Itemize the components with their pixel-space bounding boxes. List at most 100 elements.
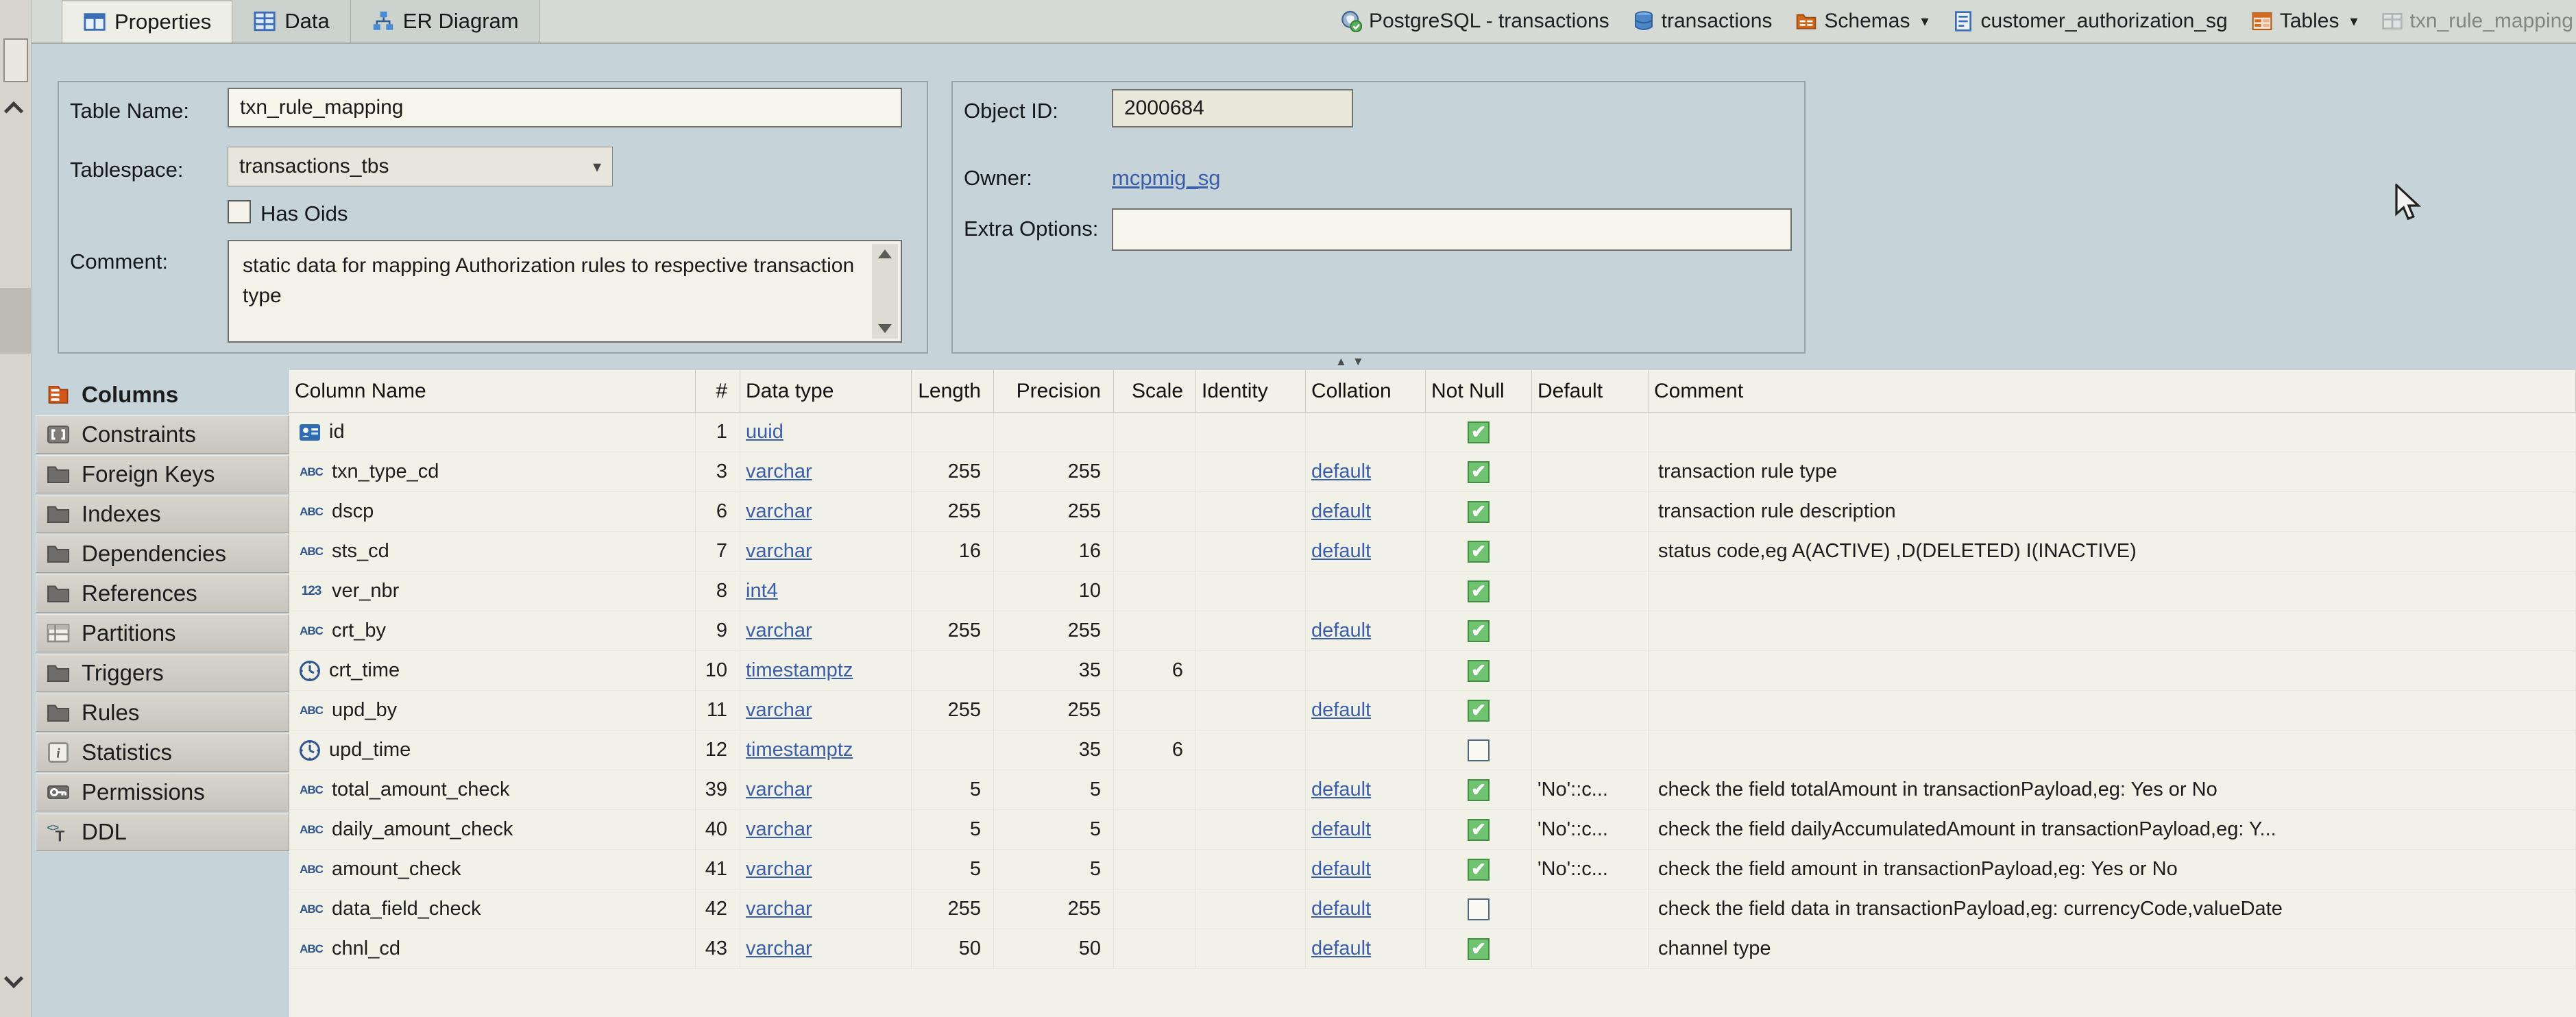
data-type-link[interactable]: varchar: [746, 938, 812, 960]
not-null-checkbox[interactable]: ✔: [1468, 859, 1490, 881]
breadcrumb-item-transactions[interactable]: transactions: [1633, 10, 1773, 33]
breadcrumb-item-postgresql-transactions[interactable]: PostgreSQL - transactions: [1340, 10, 1609, 33]
extra-options-input[interactable]: [1112, 208, 1792, 251]
data-type-link[interactable]: varchar: [746, 500, 812, 523]
collation-link[interactable]: default: [1311, 818, 1371, 841]
tab-properties[interactable]: Properties: [62, 0, 232, 42]
chevron-down-icon[interactable]: ▾: [2350, 12, 2357, 30]
column-row-crt-time[interactable]: crt_time10timestamptz356✔: [289, 651, 2576, 691]
restore-panel-button[interactable]: [3, 38, 28, 82]
not-null-checkbox[interactable]: ✔: [1468, 660, 1490, 682]
chevron-down-icon[interactable]: ▾: [1921, 12, 1928, 30]
column-row-dscp[interactable]: ABCdscp6varchar255255default✔transaction…: [289, 492, 2576, 532]
grid-header-[interactable]: #: [696, 370, 740, 412]
breadcrumb-item-tables[interactable]: Tables▾: [2251, 10, 2358, 33]
data-type-link[interactable]: varchar: [746, 620, 812, 642]
not-null-checkbox[interactable]: ✔: [1468, 620, 1490, 642]
collapse-down-icon[interactable]: [4, 969, 23, 988]
sidebar-item-indexes[interactable]: Indexes: [36, 495, 289, 533]
collation-link[interactable]: default: [1311, 699, 1371, 722]
data-type-link[interactable]: varchar: [746, 858, 812, 881]
column-row-amount-check[interactable]: ABCamount_check41varchar55default✔'No'::…: [289, 850, 2576, 890]
sidebar-item-dependencies[interactable]: Dependencies: [36, 535, 289, 573]
sidebar-item-rules[interactable]: Rules: [36, 694, 289, 732]
not-null-checkbox[interactable]: [1468, 898, 1490, 920]
data-type-link[interactable]: varchar: [746, 699, 812, 722]
splitter-handle[interactable]: ▲▼: [1335, 355, 1370, 369]
column-row-id[interactable]: id1uuid✔: [289, 413, 2576, 452]
collation-link[interactable]: default: [1311, 540, 1371, 563]
comment-scrollbar[interactable]: [872, 244, 898, 339]
grid-header-length[interactable]: Length: [912, 370, 994, 412]
collation-link[interactable]: default: [1311, 779, 1371, 801]
not-null-checkbox[interactable]: ✔: [1468, 819, 1490, 841]
sidebar-item-partitions[interactable]: Partitions: [36, 614, 289, 652]
grid-header-default[interactable]: Default: [1532, 370, 1649, 412]
column-row-daily-amount-check[interactable]: ABCdaily_amount_check40varchar55default✔…: [289, 810, 2576, 850]
collation-link[interactable]: default: [1311, 938, 1371, 960]
collation-link[interactable]: default: [1311, 620, 1371, 642]
column-row-data-field-check[interactable]: ABCdata_field_check42varchar255255defaul…: [289, 890, 2576, 929]
owner-link[interactable]: mcpmig_sg: [1112, 166, 1221, 191]
collapse-up-icon[interactable]: [4, 101, 23, 121]
tab-er-diagram[interactable]: ER Diagram: [351, 0, 540, 42]
tab-data[interactable]: Data: [232, 0, 350, 42]
has-oids-checkbox[interactable]: [228, 200, 251, 223]
breadcrumb-item-customer-authorization-sg[interactable]: customer_authorization_sg: [1952, 10, 2228, 33]
grid-header-collation[interactable]: Collation: [1306, 370, 1426, 412]
collation-link[interactable]: default: [1311, 461, 1371, 483]
sidebar-item-foreign-keys[interactable]: Foreign Keys: [36, 455, 289, 493]
not-null-checkbox[interactable]: ✔: [1468, 938, 1490, 960]
column-row-crt-by[interactable]: ABCcrt_by9varchar255255default✔: [289, 611, 2576, 651]
data-type-link[interactable]: varchar: [746, 540, 812, 563]
collation-link[interactable]: default: [1311, 898, 1371, 920]
data-type-link[interactable]: varchar: [746, 461, 812, 483]
data-type-link[interactable]: varchar: [746, 818, 812, 841]
not-null-checkbox[interactable]: ✔: [1468, 421, 1490, 443]
not-null-checkbox[interactable]: ✔: [1468, 700, 1490, 722]
grid-header-not-null[interactable]: Not Null: [1426, 370, 1532, 412]
sidebar-item-statistics[interactable]: iStatistics: [36, 733, 289, 772]
grid-header-data-type[interactable]: Data type: [740, 370, 912, 412]
sidebar-item-references[interactable]: References: [36, 574, 289, 613]
column-row-upd-by[interactable]: ABCupd_by11varchar255255default✔: [289, 691, 2576, 731]
collation-link[interactable]: default: [1311, 858, 1371, 881]
column-row-upd-time[interactable]: upd_time12timestamptz356: [289, 731, 2576, 770]
table-name-input[interactable]: txn_rule_mapping: [228, 88, 902, 127]
not-null-checkbox[interactable]: ✔: [1468, 461, 1490, 483]
data-type-link[interactable]: timestamptz: [746, 739, 853, 761]
grid-header-precision[interactable]: Precision: [994, 370, 1114, 412]
column-row-txn-type-cd[interactable]: ABCtxn_type_cd3varchar255255default✔tran…: [289, 452, 2576, 492]
sidebar-item-ddl[interactable]: <>TDDL: [36, 813, 289, 851]
grid-header-identity[interactable]: Identity: [1196, 370, 1306, 412]
sidebar-item-constraints[interactable]: Constraints: [36, 415, 289, 454]
data-type-link[interactable]: uuid: [746, 421, 783, 443]
scroll-up-icon[interactable]: [878, 249, 892, 258]
grid-header-column-name[interactable]: Column Name: [289, 370, 696, 412]
not-null-checkbox[interactable]: ✔: [1468, 779, 1490, 801]
sidebar-item-columns[interactable]: Columns: [36, 376, 289, 414]
not-null-checkbox[interactable]: ✔: [1468, 580, 1490, 602]
column-row-total-amount-check[interactable]: ABCtotal_amount_check39varchar55default✔…: [289, 770, 2576, 810]
tablespace-select[interactable]: transactions_tbs ▾: [228, 147, 613, 186]
grid-header-scale[interactable]: Scale: [1114, 370, 1196, 412]
data-type-link[interactable]: int4: [746, 580, 778, 602]
breadcrumb-item-schemas[interactable]: Schemas▾: [1795, 10, 1928, 33]
sidebar-item-permissions[interactable]: Permissions: [36, 773, 289, 811]
not-null-checkbox[interactable]: ✔: [1468, 541, 1490, 563]
data-type-link[interactable]: varchar: [746, 898, 812, 920]
column-row-chnl-cd[interactable]: ABCchnl_cd43varchar5050default✔channel t…: [289, 929, 2576, 969]
breadcrumb-item-txn-rule-mapping[interactable]: txn_rule_mapping: [2381, 10, 2574, 33]
grid-header-comment[interactable]: Comment: [1649, 370, 2576, 412]
scroll-down-icon[interactable]: [878, 324, 892, 333]
column-row-sts-cd[interactable]: ABCsts_cd7varchar1616default✔status code…: [289, 532, 2576, 572]
not-null-checkbox[interactable]: [1468, 739, 1490, 761]
data-type-link[interactable]: timestamptz: [746, 659, 853, 682]
column-row-ver-nbr[interactable]: 123ver_nbr8int410✔: [289, 572, 2576, 611]
collation-link[interactable]: default: [1311, 500, 1371, 523]
comment-textarea[interactable]: static data for mapping Authorization ru…: [228, 240, 902, 343]
sidebar-item-triggers[interactable]: Triggers: [36, 654, 289, 692]
data-type-link[interactable]: varchar: [746, 779, 812, 801]
not-null-checkbox[interactable]: ✔: [1468, 501, 1490, 523]
object-id-input[interactable]: 2000684: [1112, 89, 1353, 127]
